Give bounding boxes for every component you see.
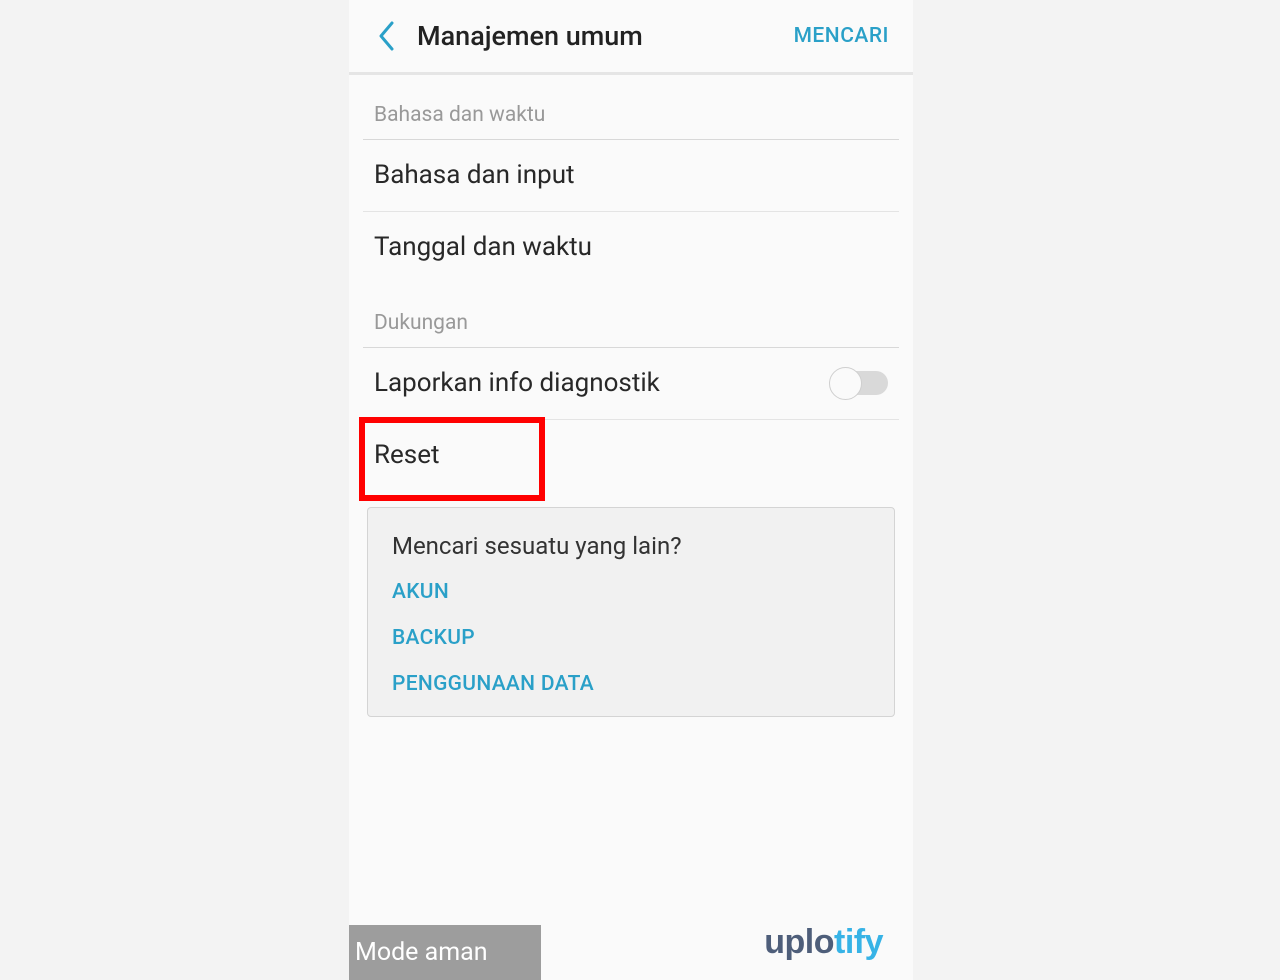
watermark-part2: tify [834,923,883,961]
card-title: Mencari sesuatu yang lain? [392,532,870,560]
row-label: Laporkan info diagnostik [374,368,831,398]
section-label-language-time: Bahasa dan waktu [349,75,913,139]
card-link-akun[interactable]: AKUN [392,580,870,604]
row-date-time[interactable]: Tanggal dan waktu [349,212,913,283]
row-label: Bahasa dan input [374,160,888,190]
row-label: Tanggal dan waktu [374,232,888,262]
card-link-data-usage[interactable]: PENGGUNAAN DATA [392,672,870,696]
settings-general-management-screen: Manajemen umum MENCARI Bahasa dan waktu … [349,0,913,980]
diagnostic-toggle[interactable] [831,371,888,395]
row-language-input[interactable]: Bahasa dan input [349,140,913,211]
looking-for-card: Mencari sesuatu yang lain? AKUN BACKUP P… [367,507,895,717]
row-label: Reset [374,440,888,470]
row-diagnostic-report[interactable]: Laporkan info diagnostik [349,348,913,419]
search-button[interactable]: MENCARI [794,24,889,48]
header-bar: Manajemen umum MENCARI [349,0,913,75]
row-reset[interactable]: Reset [349,420,913,491]
section-label-support: Dukungan [349,283,913,347]
watermark-part1: uplo [764,923,834,961]
card-link-backup[interactable]: BACKUP [392,626,870,650]
watermark-logo: uplotify [764,923,883,962]
safe-mode-badge: Mode aman [349,925,541,980]
back-icon[interactable] [367,16,407,56]
page-title: Manajemen umum [417,20,794,52]
